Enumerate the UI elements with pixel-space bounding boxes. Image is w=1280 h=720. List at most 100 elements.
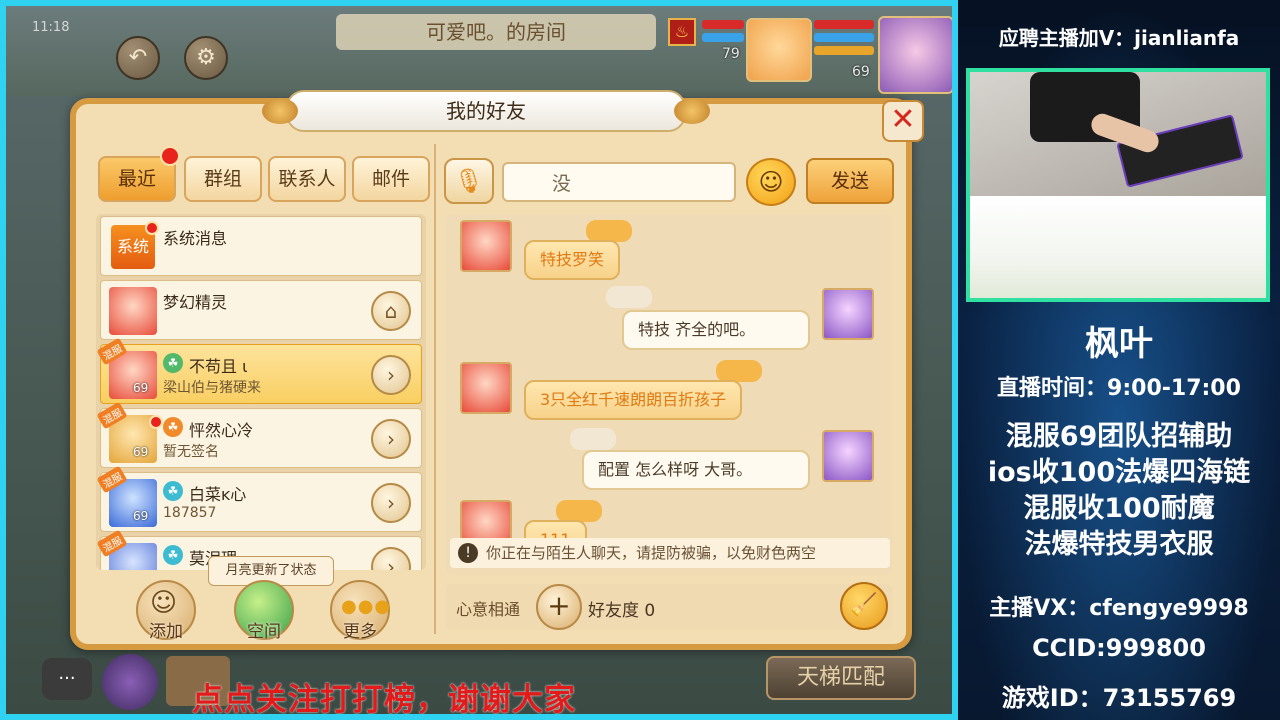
friend-avatar bbox=[460, 220, 512, 272]
tab-label: 联系人 bbox=[278, 168, 336, 190]
chat-bubble-icon[interactable]: ··· bbox=[42, 658, 92, 700]
ad-line-3: 混服收100耐魔 bbox=[1023, 493, 1215, 524]
ad-line-1: 混服69团队招辅助 bbox=[1005, 421, 1233, 452]
more-button[interactable]: ●●● 更多 bbox=[330, 580, 392, 642]
game-id: 游戏ID：73155769 bbox=[1001, 684, 1237, 712]
bubble-ornament bbox=[606, 286, 652, 308]
streamer-vx: 主播VX：cfengye9998 bbox=[989, 596, 1249, 621]
recruit-text: 应聘主播加V：jianlianfa bbox=[998, 26, 1240, 50]
intimacy-bar: 心意相通 + 好友度 0 bbox=[446, 584, 892, 630]
stream-info-panel: 应聘主播加V：jianlianfa 枫叶 直播时间：9:00-17:00 混服6… bbox=[958, 0, 1280, 720]
clock-text: 11:18 bbox=[32, 20, 70, 35]
game-window: 11:18 ↶ ⚙ 可爱吧。的房间 ♨ 79 69 我的好友 ✕ 最近 群组 联… bbox=[0, 0, 958, 720]
pet-level: 79 bbox=[722, 46, 740, 62]
chat-panel: 🎙 ☺ 发送 特技罗笑 特技 齐全的吧。 3只全红千速朗朗百折孩子 bbox=[440, 132, 900, 642]
ccid: CCID:999800 bbox=[1032, 634, 1206, 662]
room-title: 可爱吧。的房间 bbox=[336, 14, 656, 50]
status-icon: ☘ bbox=[163, 417, 183, 437]
message-bubble-outgoing: 特技 齐全的吧。 bbox=[622, 310, 810, 350]
send-button[interactable]: 发送 bbox=[806, 158, 894, 204]
button-label: 更多 bbox=[343, 622, 377, 642]
friend-level: 69 bbox=[133, 381, 149, 395]
friend-avatar bbox=[460, 362, 512, 414]
player-mp-bar bbox=[814, 33, 874, 42]
bubble-ornament bbox=[586, 220, 632, 242]
chevron-right-icon[interactable]: › bbox=[371, 483, 411, 523]
add-intimacy-button[interactable]: + bbox=[536, 584, 582, 630]
bubble-ornament bbox=[570, 428, 616, 450]
tab-contacts[interactable]: 联系人 bbox=[268, 156, 346, 202]
warning-text: 你正在与陌生人聊天，请提防被骗，以免财色两空 bbox=[486, 544, 817, 562]
pet-hp-bar bbox=[702, 20, 744, 29]
friend-item-selected[interactable]: 混服 69 ☘ 不苟且 ι 梁山伯与猪硬来 › bbox=[96, 337, 422, 404]
ladder-match-button[interactable]: 天梯匹配 bbox=[766, 656, 916, 700]
add-friend-button[interactable]: ☺ 添加 bbox=[136, 580, 196, 642]
bubble-ornament bbox=[716, 360, 762, 382]
back-button[interactable]: ↶ bbox=[116, 36, 160, 80]
space-button[interactable]: 空间 bbox=[234, 580, 294, 642]
message-bubble-outgoing: 配置 怎么样呀 大哥。 bbox=[582, 450, 810, 490]
webcam-view bbox=[966, 68, 1270, 302]
friend-signature: 暂无签名 bbox=[163, 444, 219, 460]
friend-item[interactable]: 混服 69 ☘ 白菜ĸ心 187857 › bbox=[96, 465, 422, 532]
dialog-title: 我的好友 bbox=[446, 99, 526, 123]
live-time: 直播时间：9:00-17:00 bbox=[997, 376, 1241, 401]
player-avatar[interactable] bbox=[878, 16, 952, 94]
player-hp-bar bbox=[814, 20, 874, 29]
button-label: 添加 bbox=[149, 622, 183, 642]
friend-item[interactable]: 混服 69 ☘ 怦然心冷 暂无签名 › bbox=[96, 401, 422, 468]
friend-name: 怦然心冷 bbox=[189, 421, 254, 440]
more-dots-icon: ●●● bbox=[341, 596, 392, 617]
friends-left-panel: 最近 群组 联系人 邮件 系统 系统消息 梦幻精灵 ⌂ 混服 69 ☘ 不苟且 … bbox=[88, 132, 430, 642]
my-avatar bbox=[822, 430, 874, 482]
notification-dot bbox=[145, 221, 159, 235]
streamer-name: 枫叶 bbox=[1085, 324, 1153, 364]
scroll-left-ornament bbox=[262, 98, 298, 124]
scroll-right-ornament bbox=[674, 98, 710, 124]
friend-name: 不苟且 ι bbox=[189, 357, 248, 376]
friend-name: 梦幻精灵 bbox=[163, 293, 228, 312]
player-level: 69 bbox=[852, 64, 870, 80]
game-top-bar: 11:18 ↶ ⚙ 可爱吧。的房间 ♨ 79 69 bbox=[6, 6, 952, 96]
friend-avatar bbox=[109, 287, 157, 335]
add-user-icon: ☺ bbox=[150, 588, 178, 618]
microphone-icon[interactable]: 🎙 bbox=[444, 158, 494, 204]
friend-signature: 187857 bbox=[163, 505, 217, 521]
tab-recent[interactable]: 最近 bbox=[98, 146, 180, 202]
ad-line-4: 法爆特技男衣服 bbox=[1024, 529, 1214, 560]
bubble-ornament bbox=[556, 500, 602, 522]
emoji-icon[interactable]: ☺ bbox=[746, 158, 796, 206]
character-portrait[interactable] bbox=[102, 654, 158, 710]
tab-label: 最近 bbox=[117, 168, 156, 190]
chat-history[interactable]: 特技罗笑 特技 齐全的吧。 3只全红千速朗朗百折孩子 配置 怎么样呀 大哥。 1… bbox=[446, 214, 892, 574]
clear-broom-icon[interactable]: 🧹 bbox=[840, 582, 888, 630]
friend-item-dreamsprite[interactable]: 梦幻精灵 ⌂ bbox=[100, 280, 422, 340]
settings-gear-icon[interactable]: ⚙ bbox=[184, 36, 228, 80]
fire-icon[interactable]: ♨ bbox=[668, 18, 696, 46]
message-input[interactable] bbox=[502, 162, 736, 202]
tab-groups[interactable]: 群组 bbox=[184, 156, 262, 202]
chevron-right-icon[interactable]: › bbox=[371, 419, 411, 459]
pet-avatar[interactable] bbox=[746, 18, 812, 82]
notification-dot bbox=[149, 415, 163, 429]
online-status-icon: ☘ bbox=[163, 353, 183, 373]
friend-list[interactable]: 系统 系统消息 梦幻精灵 ⌂ 混服 69 ☘ 不苟且 ι 梁山伯与猪硬来 › 混… bbox=[96, 214, 426, 570]
notification-dot bbox=[160, 146, 180, 166]
stranger-warning: ! 你正在与陌生人聊天，请提防被骗，以免财色两空 bbox=[450, 538, 890, 568]
home-icon[interactable]: ⌂ bbox=[371, 291, 411, 331]
tab-label: 邮件 bbox=[371, 168, 410, 190]
message-bubble-incoming: 3只全红千速朗朗百折孩子 bbox=[524, 380, 743, 420]
pet-mp-bar bbox=[702, 33, 744, 42]
chevron-right-icon[interactable]: › bbox=[371, 355, 411, 395]
dialog-title-band: 我的好友 bbox=[262, 90, 710, 132]
chevron-right-icon[interactable]: › bbox=[371, 547, 411, 570]
friend-name: 系统消息 bbox=[163, 229, 228, 248]
player-sp-bar bbox=[814, 46, 874, 55]
friend-signature: 梁山伯与猪硬来 bbox=[163, 380, 261, 396]
status-icon: ☘ bbox=[163, 545, 183, 565]
status-icon: ☘ bbox=[163, 481, 183, 501]
friend-item-system[interactable]: 系统 系统消息 bbox=[100, 216, 422, 276]
intimacy-value: 好友度 0 bbox=[588, 601, 656, 621]
tab-mail[interactable]: 邮件 bbox=[352, 156, 430, 202]
friend-name: 白菜ĸ心 bbox=[189, 485, 247, 504]
